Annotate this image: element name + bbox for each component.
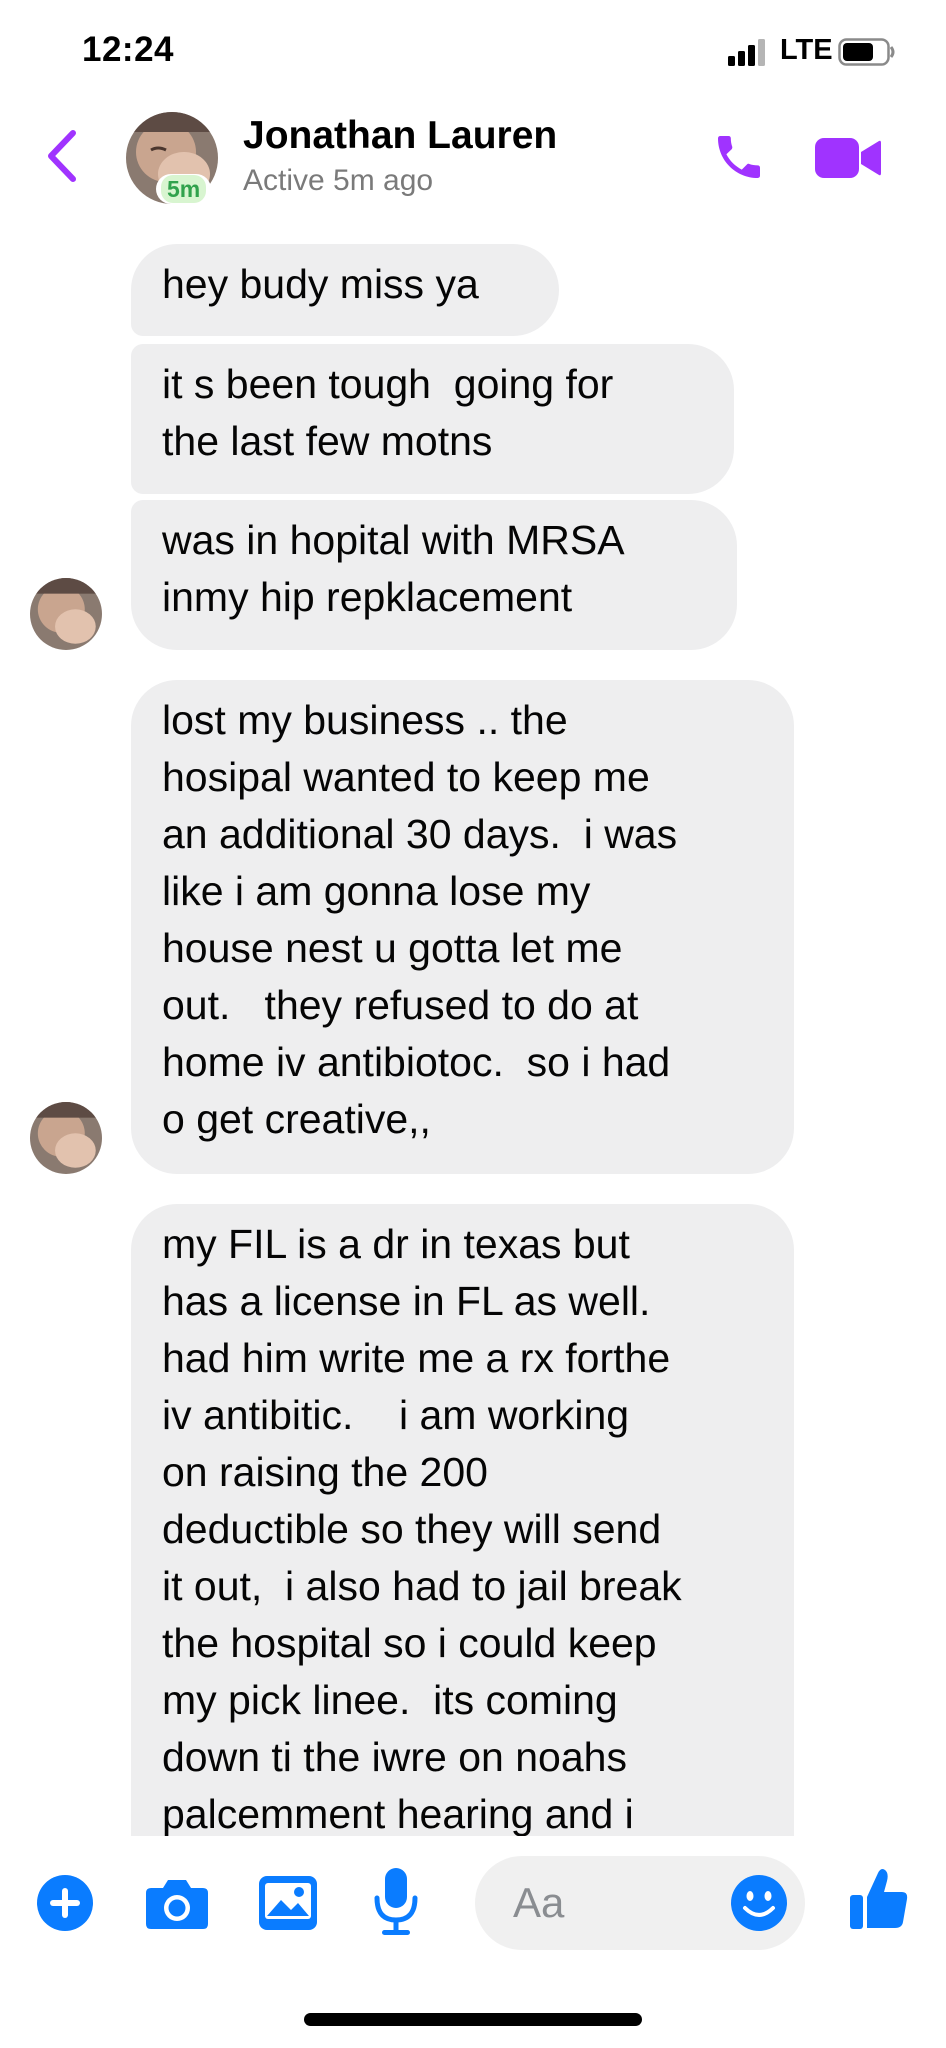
- camera-button[interactable]: [142, 1872, 212, 1934]
- message-bubble[interactable]: hey budy miss ya: [131, 244, 559, 336]
- battery-icon: [838, 38, 895, 66]
- message-bubble[interactable]: it s been tough going for the last few m…: [131, 344, 734, 494]
- signal-bars-icon: [728, 39, 765, 66]
- voice-button[interactable]: [368, 1864, 424, 1938]
- audio-call-button[interactable]: [708, 126, 770, 188]
- home-indicator[interactable]: [304, 2013, 642, 2026]
- plus-circle-icon: [37, 1875, 93, 1931]
- emoji-icon: [731, 1875, 787, 1931]
- chevron-left-icon: [48, 130, 76, 182]
- status-time: 12:24: [82, 30, 175, 69]
- video-call-button[interactable]: [812, 130, 884, 186]
- active-badge: 5m: [156, 174, 212, 204]
- avatar-photo: [30, 1102, 102, 1174]
- sender-avatar[interactable]: [30, 1102, 102, 1174]
- message-input-field[interactable]: [475, 1856, 805, 1950]
- status-bar: 12:24 LTE: [0, 0, 946, 100]
- message-composer: [0, 1836, 946, 1966]
- message-bubble[interactable]: was in hopital with MRSA inmy hip repkla…: [131, 500, 737, 650]
- conversation-header: 5m Jonathan Lauren Active 5m ago: [0, 100, 946, 210]
- contact-name[interactable]: Jonathan Lauren: [243, 114, 557, 158]
- network-label: LTE: [780, 34, 833, 66]
- message-input[interactable]: [513, 1856, 713, 1950]
- phone-icon: [718, 136, 760, 178]
- like-button[interactable]: [846, 1862, 912, 1934]
- microphone-icon: [374, 1868, 418, 1935]
- contact-status: Active 5m ago: [243, 164, 434, 197]
- message-list[interactable]: hey budy miss ya it s been tough going f…: [0, 210, 946, 1836]
- emoji-button[interactable]: [729, 1873, 789, 1933]
- back-button[interactable]: [40, 126, 84, 186]
- video-camera-icon: [815, 138, 881, 178]
- avatar-photo: [30, 578, 102, 650]
- gallery-button[interactable]: [256, 1872, 320, 1934]
- thumbs-up-icon: [850, 1869, 908, 1929]
- more-actions-button[interactable]: [34, 1872, 96, 1934]
- camera-icon: [146, 1880, 208, 1929]
- active-badge-label: 5m: [161, 175, 207, 203]
- image-icon: [259, 1876, 317, 1930]
- sender-avatar[interactable]: [30, 578, 102, 650]
- message-bubble[interactable]: my FIL is a dr in texas but has a licens…: [131, 1204, 794, 1836]
- message-bubble[interactable]: lost my business .. the hosipal wanted t…: [131, 680, 794, 1174]
